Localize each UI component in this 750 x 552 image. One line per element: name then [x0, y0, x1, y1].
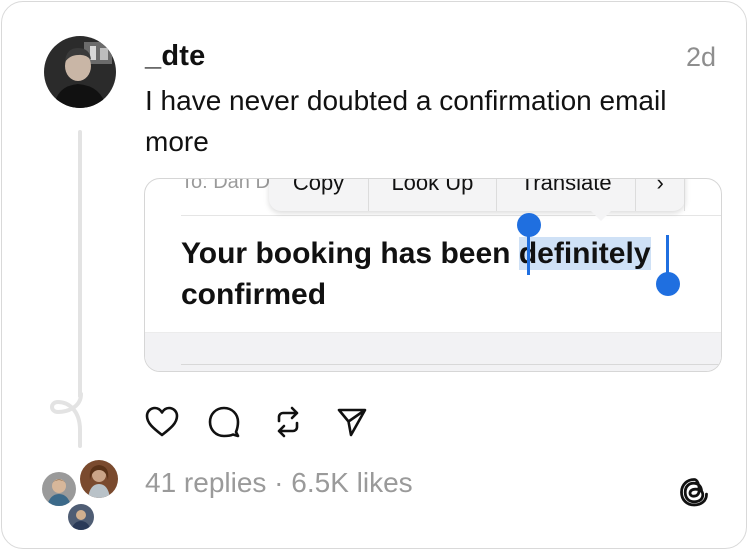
- avatar: [66, 502, 96, 532]
- selection-start-handle: [527, 235, 530, 275]
- menu-item-look-up: Look Up: [369, 179, 497, 211]
- repost-icon: [277, 406, 299, 438]
- thread-loop-icon: [50, 392, 83, 448]
- post-time: 2d: [685, 42, 716, 72]
- post-image[interactable]: To: Dan D Copy Look Up Translate › Your …: [144, 178, 722, 372]
- threads-logo-icon[interactable]: [678, 475, 712, 509]
- share-button[interactable]: [332, 402, 372, 442]
- email-to-line: To: Dan D: [181, 178, 270, 193]
- repost-button[interactable]: [268, 402, 308, 442]
- selection-end-dot: [656, 272, 680, 296]
- divider: [181, 215, 721, 216]
- menu-item-translate: Translate: [497, 179, 637, 211]
- avatar[interactable]: [44, 36, 116, 108]
- booking-prefix: Your booking has been: [181, 237, 519, 270]
- avatar: [78, 458, 120, 500]
- post-card[interactable]: _dte 2d I have never doubted a confirmat…: [1, 1, 747, 549]
- like-button[interactable]: [142, 402, 182, 442]
- send-icon: [337, 408, 367, 437]
- selected-text: definitely: [518, 237, 651, 270]
- post-text: I have never doubted a confirmation emai…: [145, 85, 667, 157]
- menu-caret: [591, 211, 611, 221]
- menu-item-copy: Copy: [269, 179, 370, 211]
- username[interactable]: _dte: [145, 40, 205, 73]
- image-footer: [145, 332, 721, 371]
- heart-icon: [145, 406, 179, 437]
- comment-icon: [208, 406, 240, 438]
- reply-button[interactable]: [204, 402, 244, 442]
- thread-line: [78, 130, 82, 398]
- chevron-right-icon: ›: [636, 179, 685, 211]
- booking-text: Your booking has been definitely confirm…: [181, 233, 701, 315]
- context-menu: Copy Look Up Translate ›: [269, 179, 685, 221]
- post-stats[interactable]: 41 replies · 6.5K likes: [145, 467, 413, 499]
- avatar: [40, 470, 78, 508]
- selection-start-dot: [517, 213, 541, 237]
- replier-avatars[interactable]: [38, 458, 120, 532]
- booking-suffix: confirmed: [181, 278, 327, 311]
